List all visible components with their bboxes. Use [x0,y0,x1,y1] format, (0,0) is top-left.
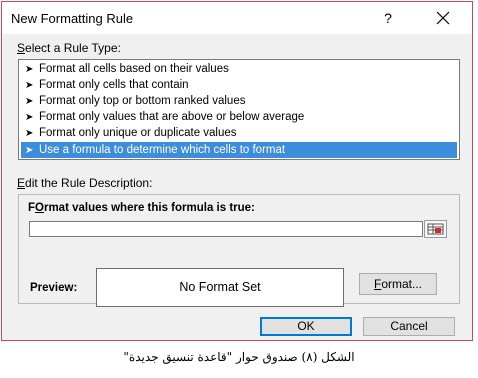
rule-type-item[interactable]: ➤ Format all cells based on their values [21,61,457,77]
format-button[interactable]: Format... [359,273,437,295]
new-formatting-rule-dialog: New Formatting Rule ? Select a Rule Type… [1,1,473,341]
collapse-dialog-icon [427,223,444,235]
arrow-right-icon: ➤ [25,96,34,107]
close-icon [436,11,450,25]
close-button[interactable] [426,6,460,30]
rule-type-label: Select a Rule Type: [17,41,121,55]
rule-type-item[interactable]: ➤ Format only cells that contain [21,77,457,93]
rule-description-panel: FOrmat values where this formula is true… [18,194,460,307]
preview-label: Preview: [30,282,78,294]
rule-type-item[interactable]: ➤ Format only unique or duplicate values [21,125,457,141]
formula-label: FOrmat values where this formula is true… [28,202,255,214]
arrow-right-icon: ➤ [25,112,34,123]
figure-caption: الشكل (٨) صندوق حوار "قاعدة تنسيق جديدة" [123,350,355,364]
rule-type-item[interactable]: ➤ Format only values that are above or be… [21,109,457,125]
rule-type-list[interactable]: ➤ Format all cells based on their values … [18,59,460,160]
cancel-button[interactable]: Cancel [363,317,455,336]
dialog-title: New Formatting Rule [11,11,134,26]
arrow-right-icon: ➤ [25,64,34,75]
title-bar: New Formatting Rule ? [2,2,472,34]
rule-type-item-selected[interactable]: ➤ Use a formula to determine which cells … [21,142,457,158]
ok-button[interactable]: OK [260,317,352,336]
rule-type-item[interactable]: ➤ Format only top or bottom ranked values [21,93,457,109]
collapse-dialog-button[interactable] [424,220,447,238]
arrow-right-icon: ➤ [25,145,34,156]
formula-input[interactable] [29,221,423,237]
arrow-right-icon: ➤ [25,128,34,139]
format-preview: No Format Set [96,268,344,307]
rule-description-label: Edit the Rule Description: [17,176,153,190]
help-button[interactable]: ? [374,6,402,30]
arrow-right-icon: ➤ [25,80,34,91]
